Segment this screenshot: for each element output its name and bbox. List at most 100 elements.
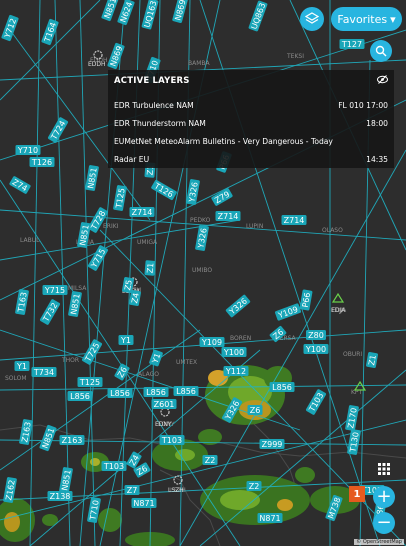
airport-code: EDNY bbox=[155, 421, 172, 428]
airport-code: EDDH bbox=[88, 61, 106, 68]
layers-button[interactable] bbox=[300, 7, 324, 31]
layer-row[interactable]: EDR Thunderstorm NAM 18:00 bbox=[114, 116, 388, 130]
route-label: L856 bbox=[143, 387, 169, 397]
chevron-down-icon: ▾ bbox=[390, 12, 396, 26]
route-label-text: Y1 bbox=[16, 362, 27, 371]
zoom-in-button[interactable]: + bbox=[373, 486, 395, 508]
route-label: Z714 bbox=[129, 207, 155, 217]
route-label: Y1 bbox=[118, 335, 134, 345]
route-label-text: T103 bbox=[103, 462, 124, 471]
route-label-text: Y715 bbox=[44, 286, 65, 295]
place-label: OLASO bbox=[322, 227, 343, 234]
airport-code: LSZH bbox=[168, 487, 184, 494]
route-label-text: Y112 bbox=[225, 367, 246, 376]
route-label-text: Z1 bbox=[367, 354, 378, 366]
grid-menu-icon[interactable] bbox=[378, 460, 390, 475]
eye-slash-icon[interactable] bbox=[377, 75, 388, 87]
route-label-text: Z714 bbox=[218, 212, 239, 221]
route-label: Z6 bbox=[247, 405, 263, 415]
route-label-text: T127 bbox=[341, 40, 362, 49]
route-label-text: Z714 bbox=[132, 208, 153, 217]
route-label-text: T126 bbox=[31, 158, 52, 167]
search-button[interactable] bbox=[370, 40, 392, 62]
place-label: UMIBO bbox=[192, 267, 212, 274]
route-label-text: Z999 bbox=[262, 440, 283, 449]
route-label-text: Y710 bbox=[17, 146, 38, 155]
layer-name: EUMetNet MeteoAlarm Bulletins - Very Dan… bbox=[114, 136, 333, 146]
route-label: Z163 bbox=[59, 435, 85, 445]
route-label-text: T125 bbox=[79, 378, 100, 387]
favorites-button[interactable]: Favorites ▾ bbox=[331, 7, 402, 31]
route-label: Z7 bbox=[124, 485, 140, 495]
route-label: N871 bbox=[257, 513, 283, 523]
search-icon bbox=[375, 45, 387, 57]
route-label: T103 bbox=[101, 461, 127, 471]
active-layers-panel: ACTIVE LAYERS EDR Turbulence NAM FL 010 … bbox=[108, 70, 394, 168]
layer-name: EDR Turbulence NAM bbox=[114, 100, 194, 110]
route-label-text: Z4 bbox=[130, 292, 141, 304]
route-label-text: L856 bbox=[146, 388, 166, 397]
route-label-text: Z1 bbox=[146, 262, 156, 273]
route-label-text: Z714 bbox=[284, 216, 305, 225]
route-label: T125 bbox=[77, 377, 103, 387]
layer-meta: FL 010 17:00 bbox=[338, 100, 388, 110]
route-label: Y715 bbox=[42, 285, 68, 295]
place-label: LUPIN bbox=[246, 223, 263, 230]
route-label: T126 bbox=[29, 157, 55, 167]
route-label: Z601 bbox=[151, 399, 177, 409]
route-label-text: Z80 bbox=[308, 331, 324, 340]
route-label-text: Z6 bbox=[250, 406, 261, 415]
place-label: PEDKO bbox=[190, 217, 211, 224]
route-label-text: Z2 bbox=[249, 482, 260, 491]
route-label-text: L856 bbox=[110, 389, 130, 398]
route-label-text: Z138 bbox=[50, 492, 71, 501]
route-label: Z2 bbox=[246, 481, 262, 491]
route-label-text: Z2 bbox=[205, 456, 216, 465]
place-label: UMTEX bbox=[176, 359, 197, 366]
layers-icon bbox=[305, 12, 319, 24]
layer-row[interactable]: EUMetNet MeteoAlarm Bulletins - Very Dan… bbox=[114, 134, 388, 148]
route-label-text: L856 bbox=[176, 387, 196, 396]
layer-name: EDR Thunderstorm NAM bbox=[114, 118, 206, 128]
route-label: T103 bbox=[159, 435, 185, 445]
notification-badge[interactable]: 1 bbox=[349, 486, 365, 502]
route-label: L856 bbox=[269, 382, 295, 392]
zoom-out-button[interactable]: − bbox=[373, 512, 395, 534]
route-label: Z1 bbox=[144, 260, 156, 276]
route-label-text: T103 bbox=[161, 436, 182, 445]
place-label: TEKSI bbox=[286, 53, 304, 60]
layer-row[interactable]: Radar EU 14:35 bbox=[114, 152, 388, 166]
route-label: T127 bbox=[339, 39, 365, 49]
route-label: Y100 bbox=[221, 347, 247, 357]
route-label-text: Y109 bbox=[201, 338, 222, 347]
route-label-text: Y100 bbox=[305, 345, 326, 354]
route-label-text: T734 bbox=[33, 368, 54, 377]
place-label: ERIKI bbox=[103, 223, 119, 230]
place-label: MILSA bbox=[68, 285, 87, 292]
route-label-text: Z7 bbox=[127, 486, 138, 495]
map-attribution: © OpenStreetMap bbox=[354, 539, 404, 545]
route-label: Z80 bbox=[306, 330, 326, 340]
layer-name: Radar EU bbox=[114, 154, 150, 164]
route-label: Y109 bbox=[199, 337, 225, 347]
favorites-label: Favorites bbox=[337, 12, 388, 26]
place-label: ALAGO bbox=[138, 371, 159, 378]
place-label: THOR bbox=[61, 357, 79, 364]
route-label-text: Z5 bbox=[123, 279, 134, 291]
layer-row[interactable]: EDR Turbulence NAM FL 010 17:00 bbox=[114, 98, 388, 112]
place-label: BAMBA bbox=[188, 60, 211, 67]
route-label-text: Y100 bbox=[223, 348, 244, 357]
route-label: Y112 bbox=[223, 366, 249, 376]
place-label: BOREN bbox=[230, 335, 251, 342]
route-label: L856 bbox=[107, 388, 133, 398]
route-label-text: L856 bbox=[70, 392, 90, 401]
layer-meta: 18:00 bbox=[366, 118, 388, 128]
route-label: Z2 bbox=[202, 455, 218, 465]
route-label-text: Z163 bbox=[62, 436, 83, 445]
place-label: UMIGA bbox=[137, 239, 158, 246]
route-label: L856 bbox=[67, 391, 93, 401]
route-label: Z714 bbox=[281, 215, 307, 225]
route-label-text: L856 bbox=[272, 383, 292, 392]
route-label: L856 bbox=[173, 386, 199, 396]
route-label: Y100 bbox=[303, 344, 329, 354]
